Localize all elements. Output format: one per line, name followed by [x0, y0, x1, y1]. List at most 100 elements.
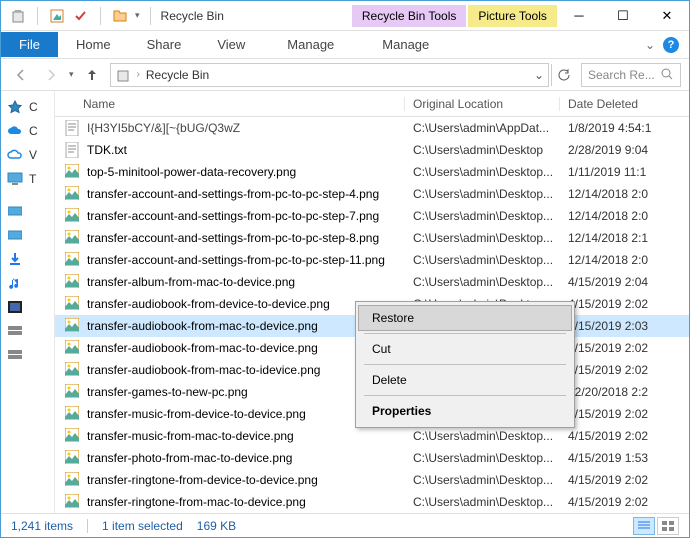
file-icon	[65, 494, 81, 510]
table-row[interactable]: transfer-ringtone-from-mac-to-device.png…	[55, 491, 689, 513]
checkmark-icon[interactable]	[72, 7, 90, 25]
file-icon	[65, 384, 81, 400]
menu-delete[interactable]: Delete	[358, 367, 572, 393]
table-row[interactable]: TDK.txtC:\Users\admin\Desktop2/28/2019 9…	[55, 139, 689, 161]
file-location: C:\Users\admin\Desktop...	[405, 209, 560, 223]
column-location[interactable]: Original Location	[405, 97, 560, 111]
table-row[interactable]: transfer-photo-from-mac-to-device.png C:\…	[55, 447, 689, 469]
table-row[interactable]: transfer-ringtone-from-device-to-device.…	[55, 469, 689, 491]
menu-cut[interactable]: Cut	[358, 336, 572, 362]
sidebar-item[interactable]: V	[1, 143, 54, 167]
table-row[interactable]: transfer-music-from-mac-to-device.pngC:\…	[55, 425, 689, 447]
separator	[150, 7, 151, 25]
sidebar-item[interactable]	[1, 223, 54, 247]
file-date: 4/15/2019 2:02	[560, 297, 689, 311]
star-icon	[7, 99, 23, 115]
file-date: 4/15/2019 2:02	[560, 473, 689, 487]
search-input[interactable]: Search Re...	[581, 63, 681, 87]
menu-properties[interactable]: Properties	[358, 398, 572, 424]
table-row[interactable]: transfer-account-and-settings-from-pc-to…	[55, 249, 689, 271]
window-controls: ─ ☐ ✕	[557, 1, 689, 31]
sidebar-item[interactable]	[1, 199, 54, 223]
navigation-pane[interactable]: CCVT	[1, 91, 55, 513]
sidebar-item[interactable]: C	[1, 95, 54, 119]
file-date: 4/15/2019 2:02	[560, 407, 689, 421]
details-view-button[interactable]	[633, 517, 655, 535]
back-button[interactable]	[9, 63, 33, 87]
table-row[interactable]: I{H3YI5bCY/&][~{bUG/Q3wZC:\Users\admin\A…	[55, 117, 689, 139]
file-icon	[65, 208, 81, 224]
forward-button[interactable]	[39, 63, 63, 87]
file-icon	[65, 340, 81, 356]
file-icon	[65, 252, 81, 268]
titlebar: ▾ Recycle Bin Recycle Bin Tools Picture …	[1, 1, 689, 31]
manage-tab-1[interactable]: Manage	[263, 32, 358, 57]
navigation-bar: ▾ › Recycle Bin ⌄ Search Re...	[1, 59, 689, 91]
recycle-bin-tools-tab[interactable]: Recycle Bin Tools	[352, 5, 467, 27]
icons-view-button[interactable]	[657, 517, 679, 535]
sidebar-item[interactable]	[1, 271, 54, 295]
contextual-tabs: Recycle Bin Tools Picture Tools	[352, 5, 557, 27]
file-date: 12/14/2018 2:0	[560, 187, 689, 201]
table-row[interactable]: top-5-minitool-power-data-recovery.pngC:…	[55, 161, 689, 183]
help-icon[interactable]: ?	[663, 37, 679, 53]
sidebar-item[interactable]	[1, 343, 54, 367]
file-date: 1/8/2019 4:54:1	[560, 121, 689, 135]
file-icon	[65, 164, 81, 180]
share-tab[interactable]: Share	[129, 32, 200, 57]
ribbon-expand-icon[interactable]: ⌄	[645, 38, 655, 52]
breadcrumb-chevron-icon[interactable]: ›	[137, 69, 140, 80]
music-icon	[7, 275, 23, 291]
up-button[interactable]	[80, 63, 104, 87]
sidebar-item[interactable]: T	[1, 167, 54, 191]
home-tab[interactable]: Home	[58, 32, 129, 57]
status-bar: 1,241 items 1 item selected 169 KB	[1, 513, 689, 537]
table-row[interactable]: transfer-account-and-settings-from-pc-to…	[55, 183, 689, 205]
separator	[364, 333, 566, 334]
drive-icon	[7, 227, 23, 243]
file-tab[interactable]: File	[1, 32, 58, 57]
sidebar-item[interactable]	[1, 295, 54, 319]
column-name[interactable]: Name	[55, 97, 405, 111]
sidebar-item[interactable]	[1, 319, 54, 343]
file-location: C:\Users\admin\Desktop...	[405, 165, 560, 179]
close-button[interactable]: ✕	[645, 1, 689, 31]
file-location: C:\Users\admin\Desktop...	[405, 231, 560, 245]
picture-tools-tab[interactable]: Picture Tools	[468, 5, 556, 27]
menu-restore[interactable]: Restore	[358, 305, 572, 331]
address-bar[interactable]: › Recycle Bin ⌄	[110, 63, 549, 87]
maximize-button[interactable]: ☐	[601, 1, 645, 31]
view-tab[interactable]: View	[199, 32, 263, 57]
sidebar-item-label: C	[29, 100, 38, 114]
table-row[interactable]: transfer-album-from-mac-to-device.pngC:\…	[55, 271, 689, 293]
sidebar-item[interactable]: C	[1, 119, 54, 143]
file-location: C:\Users\admin\Desktop...	[405, 451, 560, 465]
new-folder-icon[interactable]	[111, 7, 129, 25]
cloud-outline-icon	[7, 147, 23, 163]
history-dropdown-icon[interactable]: ▾	[69, 69, 74, 80]
manage-tab-2[interactable]: Manage	[358, 32, 453, 57]
file-name: transfer-photo-from-mac-to-device.png	[87, 451, 292, 465]
file-name: transfer-music-from-mac-to-device.png	[87, 429, 294, 443]
minimize-button[interactable]: ─	[557, 1, 601, 31]
file-icon	[65, 230, 81, 246]
recycle-bin-icon	[115, 67, 131, 83]
file-name: transfer-account-and-settings-from-pc-to…	[87, 231, 379, 245]
cloud-icon	[7, 123, 23, 139]
refresh-button[interactable]	[551, 64, 575, 86]
table-row[interactable]: transfer-account-and-settings-from-pc-to…	[55, 227, 689, 249]
sidebar-item[interactable]	[1, 247, 54, 271]
address-text[interactable]: Recycle Bin	[146, 68, 528, 82]
separator	[100, 7, 101, 25]
properties-icon[interactable]	[48, 7, 66, 25]
address-dropdown-icon[interactable]: ⌄	[534, 68, 544, 82]
file-name: transfer-account-and-settings-from-pc-to…	[87, 209, 379, 223]
table-row[interactable]: transfer-account-and-settings-from-pc-to…	[55, 205, 689, 227]
column-date[interactable]: Date Deleted	[560, 97, 689, 111]
search-placeholder: Search Re...	[588, 68, 655, 82]
file-icon	[65, 362, 81, 378]
file-date: 12/14/2018 2:0	[560, 253, 689, 267]
qat-dropdown-icon[interactable]: ▾	[135, 10, 140, 21]
window-title: Recycle Bin	[161, 9, 224, 23]
drive-icon	[7, 323, 23, 339]
